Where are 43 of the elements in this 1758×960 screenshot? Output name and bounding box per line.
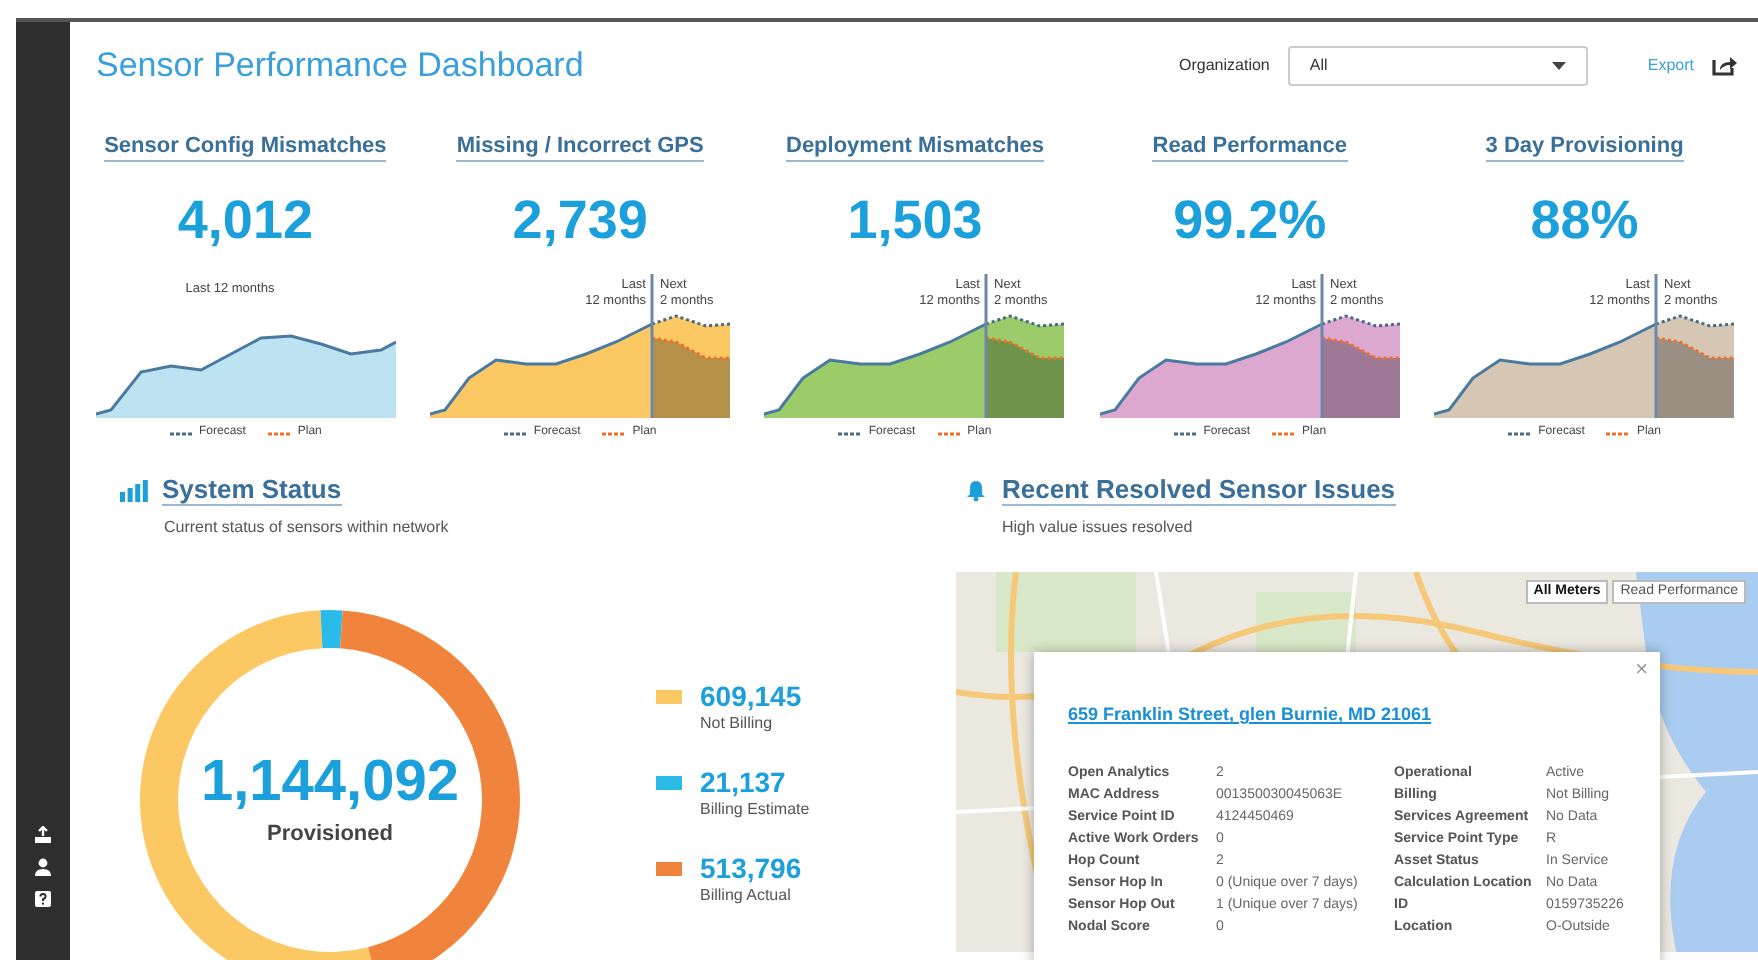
kpi-value: 88% [1530,190,1639,250]
signal-bars-icon [120,479,148,501]
kpi-title: Sensor Config Mismatches [104,132,387,162]
dashed-line-icon [602,431,625,435]
legend-value: 609,145 [700,680,802,712]
legend-value: 513,796 [700,852,802,884]
legend-value: 21,137 [700,766,788,798]
kpi-value: 1,503 [847,190,983,250]
dashed-line-icon [937,431,960,435]
upload-tray-icon[interactable] [34,826,52,844]
legend-label: Not Billing [700,712,775,736]
dashed-line-icon [1508,431,1531,435]
legend-label: Billing Actual [700,884,793,908]
kpi-value: 4,012 [177,190,313,250]
organization-dropdown[interactable]: All [1287,45,1588,85]
dashed-line-icon [1606,431,1629,435]
dashed-line-icon [267,431,290,435]
kpi-title: Deployment Mismatches [786,132,1044,162]
dashed-line-icon [503,431,526,435]
dashed-line-icon [169,431,192,435]
total-label: Provisioned [267,819,393,850]
organization-label: Organization [1179,53,1270,77]
address-link[interactable]: 659 Franklin Street, glen Burnie, MD 21061 [1068,704,1432,724]
kpi-value: 99.2% [1173,190,1327,250]
dashboard-title: Sensor Performance Dashboard [96,43,584,88]
legend-label: Billing Estimate [700,798,810,822]
dashed-line-icon [838,431,861,435]
section-title: System Status [162,474,342,506]
dashed-line-icon [1272,431,1295,435]
caret-icon [1551,61,1566,69]
kpi-title: 3 Day Provisioning [1485,132,1684,162]
kpi-value: 2,739 [512,190,648,250]
user-icon[interactable] [34,858,52,876]
section-subtitle: Current status of sensors within network [164,516,449,540]
kpi-title: Read Performance [1152,132,1347,162]
total-value: 1,144,092 [200,749,459,814]
kpi-title: Missing / Incorrect GPS [456,132,704,162]
export-icon[interactable] [1712,54,1738,76]
section-subtitle: High value issues resolved [1002,516,1193,540]
dashed-line-icon [1173,431,1196,435]
help-icon[interactable] [34,890,52,908]
bell-icon [966,479,986,501]
section-title: Recent Resolved Sensor Issues [1002,474,1396,506]
